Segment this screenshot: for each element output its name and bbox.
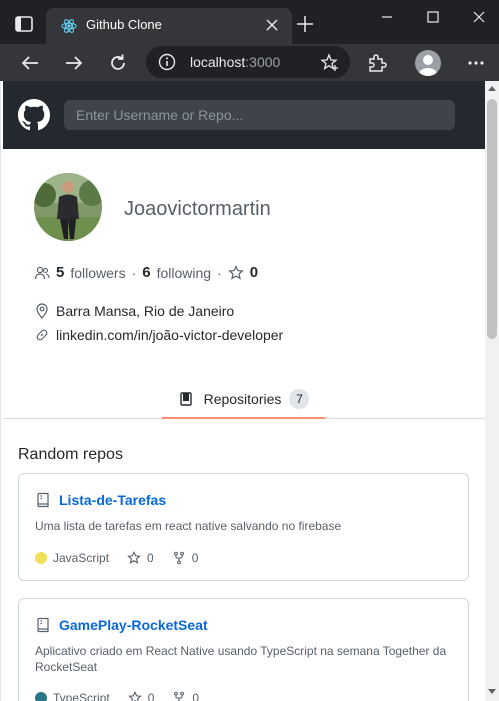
maximize-icon[interactable]: [420, 8, 446, 26]
repo-stars-count: 0: [147, 691, 155, 701]
repo-name-row: GamePlay-RocketSeat: [35, 617, 208, 633]
page-edge: [0, 81, 3, 701]
repo-card: GamePlay-RocketSeat Aplicativo criado em…: [18, 598, 469, 701]
browser-tab[interactable]: Github Clone: [46, 8, 292, 44]
address-port: :3000: [245, 54, 281, 70]
profile-avatar-icon[interactable]: [415, 50, 441, 76]
following-label[interactable]: following: [157, 265, 211, 281]
separator: ·: [217, 264, 222, 281]
location-text: Barra Mansa, Rio de Janeiro: [56, 303, 235, 319]
repo-name-row: Lista-de-Tarefas: [35, 492, 166, 508]
user-avatar: [34, 173, 102, 241]
scrollbar-thumb[interactable]: [487, 99, 497, 339]
repo-forks[interactable]: 0: [172, 691, 199, 701]
repo-language-label: JavaScript: [53, 551, 110, 565]
repo-language-label: TypeScript: [53, 691, 110, 701]
star-icon: [127, 691, 142, 701]
repo-language: JavaScript: [35, 551, 109, 565]
minimize-icon[interactable]: [374, 8, 400, 26]
stars-count[interactable]: 0: [250, 264, 258, 281]
favorite-star-icon[interactable]: [320, 53, 340, 73]
vertical-scrollbar[interactable]: [485, 81, 499, 701]
tab-repositories[interactable]: Repositories 7: [162, 381, 325, 419]
new-tab-icon[interactable]: [296, 15, 314, 33]
followers-label[interactable]: followers: [70, 265, 125, 281]
location-icon: [36, 303, 48, 319]
site-info-icon[interactable]: [158, 53, 176, 71]
more-menu-icon[interactable]: [466, 53, 486, 73]
forward-icon[interactable]: [63, 52, 85, 74]
star-icon: [127, 551, 141, 564]
tab-actions-icon[interactable]: [14, 14, 34, 34]
repo-stars-count: 0: [147, 551, 154, 565]
following-count[interactable]: 6: [142, 264, 150, 281]
repo-meta: TypeScript 0 0: [35, 691, 217, 701]
react-icon: [61, 19, 77, 33]
tab-title: Github Clone: [86, 17, 162, 32]
repo-card: Lista-de-Tarefas Uma lista de tarefas em…: [18, 473, 469, 581]
browser-toolbar: localhost:3000: [0, 44, 499, 81]
people-icon: [34, 266, 50, 279]
repo-icon: [37, 617, 49, 633]
repo-name-link[interactable]: Lista-de-Tarefas: [59, 492, 166, 508]
repo-stars[interactable]: 0: [127, 691, 155, 701]
repo-description: Uma lista de tarefas em react native sal…: [35, 519, 342, 533]
repo-language: TypeScript: [35, 691, 110, 701]
fork-icon: [173, 551, 184, 565]
link-row: linkedin.com/in/joão-victor-developer: [34, 327, 283, 343]
followers-count[interactable]: 5: [56, 264, 64, 281]
repo-forks-count: 0: [191, 551, 199, 565]
scroll-up-icon[interactable]: [488, 85, 496, 91]
extensions-icon[interactable]: [366, 52, 388, 74]
language-color-dot: [35, 552, 47, 564]
profile-stats: 5 followers · 6 following · 0: [34, 264, 258, 281]
github-header: [3, 81, 485, 149]
repo-forks-count: 0: [192, 691, 200, 701]
address-text: localhost:3000: [190, 54, 280, 70]
repo-book-icon: [179, 392, 192, 406]
profile-link[interactable]: linkedin.com/in/joão-victor-developer: [56, 327, 283, 343]
fork-icon: [174, 691, 185, 701]
github-logo-icon[interactable]: [18, 99, 50, 131]
location-row: Barra Mansa, Rio de Janeiro: [34, 303, 234, 319]
close-tab-icon[interactable]: [264, 17, 280, 33]
repo-name-link[interactable]: GamePlay-RocketSeat: [59, 617, 208, 633]
back-icon[interactable]: [19, 52, 41, 74]
repo-forks[interactable]: 0: [172, 551, 199, 565]
star-icon: [228, 264, 244, 280]
scroll-down-icon[interactable]: [488, 689, 496, 695]
repo-icon: [37, 492, 49, 508]
section-title: Random repos: [18, 446, 123, 463]
close-window-icon[interactable]: [466, 8, 492, 26]
separator: ·: [131, 264, 137, 281]
profile-username: Joaovictormartin: [124, 198, 271, 220]
repo-meta: JavaScript 0 0: [35, 551, 216, 565]
search-input[interactable]: [64, 100, 455, 130]
address-bar[interactable]: localhost:3000: [146, 46, 350, 78]
language-color-dot: [35, 692, 47, 701]
tab-repositories-label: Repositories: [203, 391, 282, 407]
reload-icon[interactable]: [107, 52, 129, 74]
address-host: localhost: [190, 54, 246, 70]
repositories-count-badge: 7: [289, 389, 310, 409]
repo-stars[interactable]: 0: [127, 551, 154, 565]
link-icon: [36, 329, 48, 341]
browser-titlebar: Github Clone: [0, 0, 499, 44]
repo-description: Aplicativo criado em React Native usando…: [35, 644, 447, 674]
